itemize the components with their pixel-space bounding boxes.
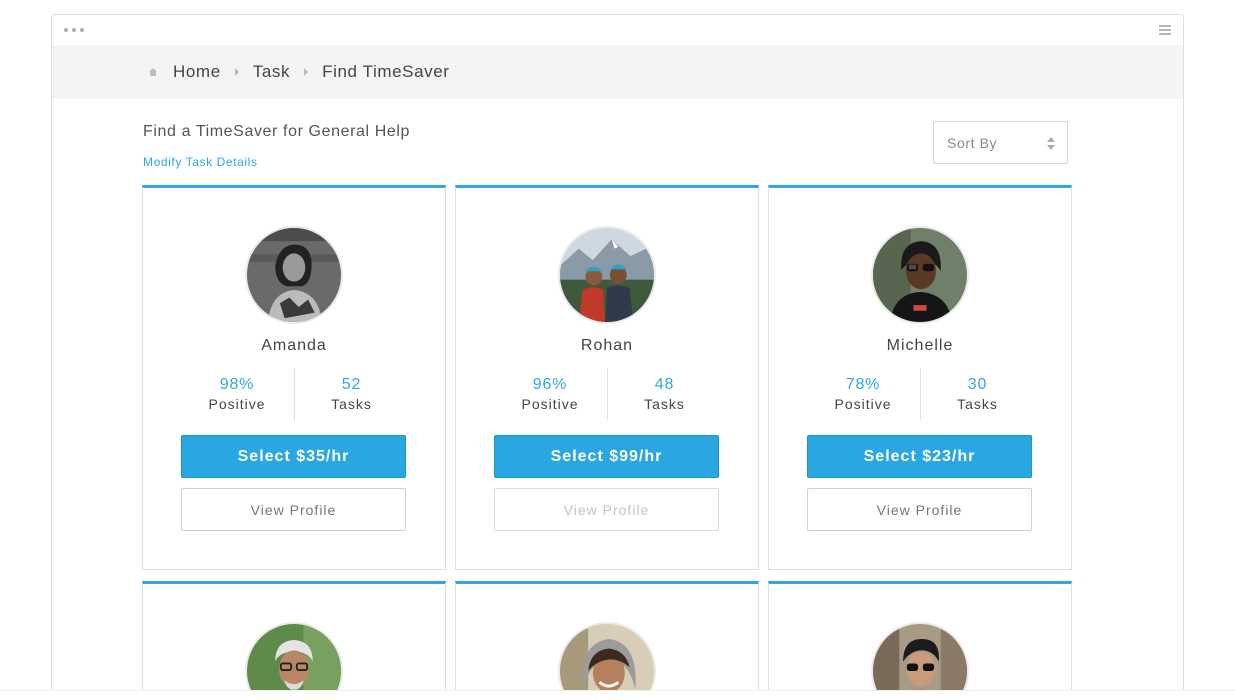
modify-task-details-link[interactable]: Modify Task Details (143, 155, 258, 169)
view-profile-button[interactable]: View Profile (494, 488, 719, 531)
avatar-photo-4 (247, 624, 341, 700)
tasks-value: 52 (341, 376, 362, 393)
bottom-edge (0, 690, 1235, 700)
timesaver-card (455, 581, 759, 700)
avatar-photo-5 (560, 624, 654, 700)
app-window: Home Task Find TimeSaver Find a TimeSave… (51, 14, 1184, 700)
timesaver-name: Rohan (580, 337, 634, 354)
tasks-label: Tasks (957, 396, 998, 412)
sort-by-select[interactable]: Sort By (933, 121, 1068, 164)
tasks-value: 48 (654, 376, 675, 393)
avatar-photo-amanda (247, 228, 341, 322)
avatar[interactable] (558, 622, 656, 700)
avatar[interactable] (245, 226, 343, 324)
breadcrumb-separator-icon (234, 68, 239, 76)
sort-by-label: Sort By (947, 135, 998, 151)
positive-label: Positive (834, 396, 892, 412)
tasks-stat: 52 Tasks (294, 368, 408, 420)
timesaver-stats: 98% Positive 52 Tasks (180, 368, 408, 420)
view-profile-button[interactable]: View Profile (181, 488, 406, 531)
breadcrumb-find-timesaver: Find TimeSaver (322, 62, 450, 81)
positive-value: 96% (532, 376, 568, 393)
select-button[interactable]: Select $99/hr (494, 435, 719, 478)
tasks-label: Tasks (331, 396, 372, 412)
avatar-photo-rohan (560, 228, 654, 322)
positive-stat: 96% Positive (493, 368, 607, 420)
timesaver-stats: 78% Positive 30 Tasks (806, 368, 1034, 420)
breadcrumb: Home Task Find TimeSaver (52, 45, 1183, 99)
timesaver-stats: 96% Positive 48 Tasks (493, 368, 721, 420)
timesaver-card: Amanda 98% Positive 52 Tasks Select $35/… (142, 185, 446, 570)
avatar[interactable] (871, 622, 969, 700)
tasks-value: 30 (967, 376, 988, 393)
positive-label: Positive (208, 396, 266, 412)
tasks-stat: 48 Tasks (607, 368, 721, 420)
avatar-photo-6 (873, 624, 967, 700)
sort-arrows-icon (1047, 137, 1055, 151)
tasks-stat: 30 Tasks (920, 368, 1034, 420)
timesaver-grid: Amanda 98% Positive 52 Tasks Select $35/… (142, 185, 1074, 700)
avatar-photo-michelle (873, 228, 967, 322)
view-profile-button[interactable]: View Profile (807, 488, 1032, 531)
positive-label: Positive (521, 396, 579, 412)
timesaver-card: Michelle 78% Positive 30 Tasks Select $2… (768, 185, 1072, 570)
select-button[interactable]: Select $35/hr (181, 435, 406, 478)
timesaver-card: Rohan 96% Positive 48 Tasks Select $99/h… (455, 185, 759, 570)
timesaver-name: Michelle (886, 337, 954, 354)
breadcrumb-separator-icon (304, 68, 309, 76)
timesaver-name: Amanda (261, 337, 327, 354)
avatar[interactable] (558, 226, 656, 324)
positive-value: 98% (219, 376, 255, 393)
breadcrumb-home[interactable]: Home (173, 62, 221, 82)
timesaver-card (768, 581, 1072, 700)
home-icon[interactable] (148, 67, 158, 77)
positive-stat: 78% Positive (806, 368, 920, 420)
window-titlebar (52, 15, 1183, 45)
page-title: Find a TimeSaver for General Help (143, 123, 411, 140)
positive-stat: 98% Positive (180, 368, 294, 420)
tasks-label: Tasks (644, 396, 685, 412)
breadcrumb-task[interactable]: Task (253, 62, 290, 82)
timesaver-card (142, 581, 446, 700)
avatar[interactable] (245, 622, 343, 700)
avatar[interactable] (871, 226, 969, 324)
positive-value: 78% (845, 376, 881, 393)
hamburger-menu-icon[interactable] (1159, 25, 1171, 35)
window-dots-icon (64, 28, 84, 32)
select-button[interactable]: Select $23/hr (807, 435, 1032, 478)
